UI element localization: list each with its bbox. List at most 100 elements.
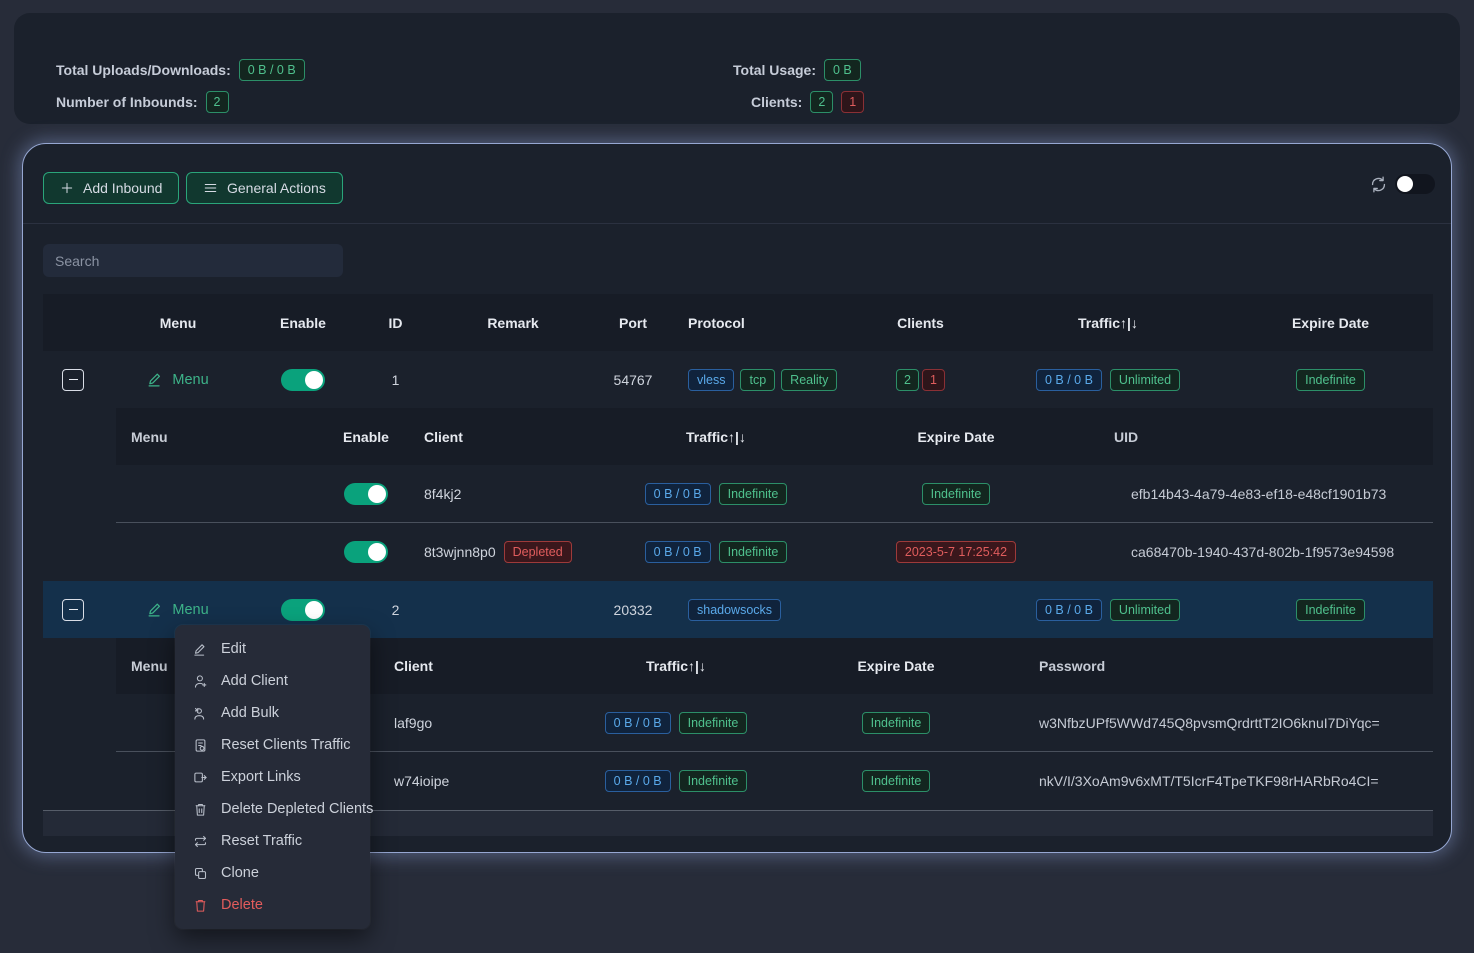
toolbar-divider [23, 223, 1451, 224]
column-header-client: Client [416, 408, 596, 465]
column-header-protocol: Protocol [678, 294, 853, 351]
add-inbound-button[interactable]: Add Inbound [43, 172, 179, 204]
protocol-tag: vless [688, 369, 734, 391]
column-header-traffic[interactable]: Traffic↑|↓ [988, 294, 1228, 351]
inbound-remark [438, 351, 588, 408]
menu-item-clone[interactable]: Clone [175, 857, 370, 889]
client-enable-toggle[interactable] [344, 541, 388, 563]
column-header-password: Password [996, 638, 1433, 694]
menu-item-delete-depleted-clients[interactable]: Delete Depleted Clients [175, 793, 370, 825]
inbound-menu-button[interactable]: Menu [147, 601, 208, 618]
clients-active-badge: 2 [896, 369, 919, 391]
duration-badge: Indefinite [679, 712, 748, 734]
clients-table-inbound-1: Menu Enable Client Traffic↑|↓ Expire Dat… [116, 408, 1433, 581]
general-actions-button[interactable]: General Actions [186, 172, 343, 204]
add-client-icon [193, 674, 208, 689]
delete-icon[interactable] [250, 484, 270, 504]
client-row: 8t3wjnn8p0 Depleted 0 B / 0 B Indefinite… [116, 523, 1433, 581]
menu-item-reset-traffic[interactable]: Reset Traffic [175, 825, 370, 857]
column-header-enable: Enable [253, 294, 353, 351]
client-name: w74ioipe [394, 773, 449, 789]
client-enable-toggle[interactable] [344, 483, 388, 505]
plus-icon [60, 181, 74, 195]
total-usage-value: 0 B [824, 59, 861, 81]
menu-item-add-bulk[interactable]: Add Bulk [175, 697, 370, 729]
clients-active-badge: 2 [810, 91, 833, 113]
inbounds-table-header: Menu Enable ID Remark Port Protocol Clie… [43, 294, 1433, 351]
traffic-limit-badge: Unlimited [1110, 369, 1180, 391]
traffic-badge: 0 B / 0 B [1036, 599, 1102, 621]
client-password: nkV/I/3XoAm9v6xMT/T5IcrF4TpeTKF98rHARbRo… [996, 752, 1433, 810]
info-icon[interactable] [190, 483, 211, 504]
column-header-traffic[interactable]: Traffic↑|↓ [556, 638, 796, 694]
column-header-uid: UID [1076, 408, 1433, 465]
qr-code-icon[interactable] [131, 712, 152, 733]
menu-item-delete[interactable]: Delete [175, 889, 370, 921]
inbound-id: 1 [353, 351, 438, 408]
edit-icon[interactable] [161, 542, 181, 562]
security-tag: Reality [781, 369, 837, 391]
depleted-badge: Depleted [504, 541, 572, 563]
edit-icon [147, 371, 164, 388]
uploads-downloads-label: Total Uploads/Downloads: [56, 62, 231, 78]
traffic-badge: 0 B / 0 B [645, 483, 711, 505]
clients-depleted-badge: 1 [922, 369, 945, 391]
traffic-limit-badge: Unlimited [1110, 599, 1180, 621]
stats-card: Total Uploads/Downloads: 0 B / 0 B Numbe… [14, 13, 1460, 124]
reset-traffic-icon [193, 834, 208, 849]
column-header-enable: Enable [316, 408, 416, 465]
inbound-menu-label: Menu [172, 602, 208, 618]
general-actions-label: General Actions [227, 180, 326, 196]
traffic-badge: 0 B / 0 B [605, 712, 671, 734]
total-usage-label: Total Usage: [733, 62, 816, 78]
search-input[interactable] [43, 244, 343, 277]
column-header-menu: Menu [116, 408, 316, 465]
menu-item-export-links[interactable]: Export Links [175, 761, 370, 793]
qr-code-icon[interactable] [131, 771, 152, 792]
reset-traffic-icon[interactable] [220, 542, 241, 563]
qr-code-icon[interactable] [131, 542, 152, 563]
expire-badge: 2023-5-7 17:25:42 [896, 541, 1016, 563]
export-links-icon [193, 770, 208, 785]
collapse-row-button[interactable] [62, 599, 84, 621]
qr-code-icon[interactable] [131, 483, 152, 504]
menu-item-edit[interactable]: Edit [175, 633, 370, 665]
enable-toggle[interactable] [281, 599, 325, 621]
collapse-row-button[interactable] [62, 369, 84, 391]
reset-traffic-icon[interactable] [220, 483, 241, 504]
add-bulk-icon [193, 706, 208, 721]
client-uid: efb14b43-4a79-4e83-ef18-e48cf1901b73 [1076, 465, 1433, 522]
duration-badge: Indefinite [679, 770, 748, 792]
expire-badge: Indefinite [862, 712, 931, 734]
enable-toggle[interactable] [281, 369, 325, 391]
clients-depleted-badge: 1 [841, 91, 864, 113]
inbound-port: 20332 [588, 581, 678, 638]
inbound-remark [438, 581, 588, 638]
traffic-badge: 0 B / 0 B [1036, 369, 1102, 391]
column-header-id: ID [353, 294, 438, 351]
clients-table-header: Menu Enable Client Traffic↑|↓ Expire Dat… [116, 408, 1433, 465]
delete-icon[interactable] [250, 542, 270, 562]
menu-item-add-client[interactable]: Add Client [175, 665, 370, 697]
add-inbound-label: Add Inbound [83, 180, 162, 196]
auto-refresh-toggle[interactable] [1395, 174, 1435, 194]
hamburger-icon [203, 181, 218, 195]
edit-icon [147, 601, 164, 618]
refresh-icon[interactable] [1369, 175, 1388, 199]
column-header-expire-date: Expire Date [836, 408, 1076, 465]
client-password: w3NfbzUPf5WWd745Q8pvsmQrdrttT2IO6knuI7Di… [996, 694, 1433, 751]
inbound-menu-label: Menu [172, 372, 208, 388]
column-header-remark: Remark [438, 294, 588, 351]
info-icon[interactable] [190, 542, 211, 563]
edit-icon[interactable] [161, 484, 181, 504]
menu-item-reset-clients-traffic[interactable]: Reset Clients Traffic [175, 729, 370, 761]
traffic-badge: 0 B / 0 B [605, 770, 671, 792]
expire-badge: Indefinite [922, 483, 991, 505]
column-header-client: Client [386, 638, 556, 694]
inbound-menu-button[interactable]: Menu [147, 371, 208, 388]
protocol-tag: shadowsocks [688, 599, 781, 621]
column-header-traffic[interactable]: Traffic↑|↓ [596, 408, 836, 465]
expire-badge: Indefinite [1296, 369, 1365, 391]
traffic-badge: 0 B / 0 B [645, 541, 711, 563]
column-header-expire-date: Expire Date [1228, 294, 1433, 351]
